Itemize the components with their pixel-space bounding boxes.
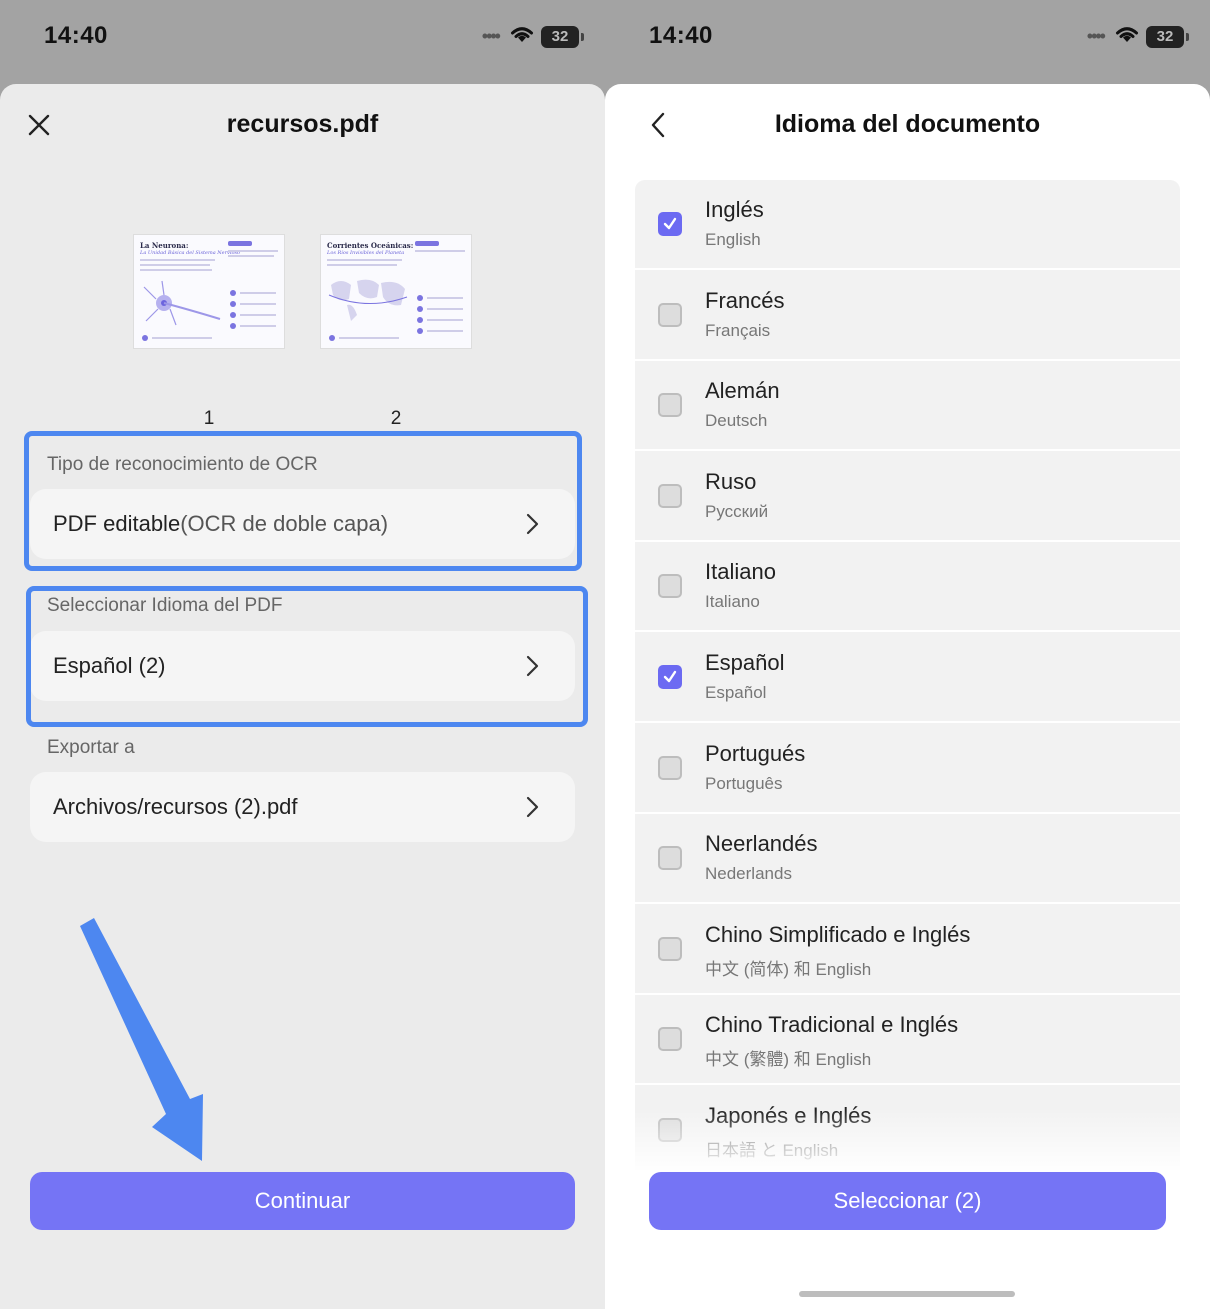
language-name: Alemán — [705, 378, 780, 404]
status-bar: 14:40 •••• 32 — [0, 0, 605, 84]
language-option[interactable]: Chino Tradicional e Inglés 中文 (繁體) 和 Engl… — [635, 995, 1180, 1086]
language-native-name: Deutsch — [705, 411, 768, 431]
export-label: Exportar a — [47, 737, 135, 758]
language-native-name: Nederlands — [705, 864, 792, 884]
language-native-name: 中文 (繁體) 和 English — [705, 1050, 872, 1070]
checkbox-icon[interactable] — [658, 755, 682, 780]
page-title: Idioma del documento — [774, 110, 1041, 138]
page-thumbnail-1[interactable]: La Neurona: La Unidad Básica del Sistema… — [133, 234, 285, 349]
page-number-2: 2 — [390, 408, 402, 429]
cellular-signal-icon: •••• — [1086, 26, 1106, 46]
language-native-name: Español — [705, 683, 767, 702]
language-option[interactable]: Francés Français — [635, 271, 1180, 361]
language-option[interactable]: Chino Simplificado e Inglés 中文 (简体) 和 Eng… — [635, 905, 1180, 995]
home-indicator — [799, 1291, 1015, 1297]
status-bar: 14:40 •••• 32 — [605, 0, 1210, 84]
language-name: Portugués — [705, 740, 806, 766]
list-fade — [635, 1110, 1180, 1170]
ocr-settings-screen: 14:40 •••• 32 recursos.pdf La Neurona: L… — [0, 0, 605, 1309]
annotation-arrow-icon — [80, 918, 203, 1161]
language-native-name: Русский — [705, 501, 769, 521]
language-native-name: Italiano — [705, 592, 760, 612]
bottom-sheet: recursos.pdf La Neurona: La Unidad Básic… — [0, 84, 605, 1309]
language-native-name: Português — [705, 773, 783, 793]
page-thumbnail-2[interactable]: Corrientes Oceánicas: Los Ríos Invisible… — [320, 234, 472, 349]
neuron-illustration — [143, 280, 221, 326]
checkbox-checked-icon[interactable] — [658, 665, 682, 689]
language-option[interactable]: Italiano Italiano — [635, 542, 1180, 633]
language-option[interactable]: Neerlandés Nederlands — [635, 814, 1180, 905]
language-native-name: 中文 (简体) 和 English — [705, 959, 872, 979]
language-native-name: Français — [705, 320, 771, 340]
language-name: Chino Simplificado e Inglés — [705, 921, 971, 947]
language-option[interactable]: Español Español — [635, 633, 1180, 723]
language-list: Inglés English Francés Français Alemán Deutsc… — [635, 180, 1180, 1170]
language-name: Neerlandés — [705, 831, 818, 857]
language-name: Inglés — [705, 197, 764, 222]
language-option[interactable]: Alemán Deutsch — [635, 361, 1180, 452]
chevron-right-icon — [526, 796, 539, 818]
ocr-type-highlight — [24, 431, 582, 571]
checkbox-icon[interactable] — [658, 936, 682, 961]
status-time: 14:40 — [649, 22, 713, 49]
world-map-illustration — [328, 279, 408, 321]
wifi-icon — [509, 24, 535, 49]
checkbox-icon[interactable] — [658, 483, 682, 508]
battery-icon: 32 — [1146, 25, 1189, 48]
language-option[interactable]: Portugués Português — [635, 724, 1180, 814]
checkbox-checked-icon[interactable] — [658, 212, 682, 236]
checkbox-icon[interactable] — [658, 1027, 682, 1052]
checkbox-icon[interactable] — [658, 846, 682, 871]
language-native-name: English — [705, 230, 761, 249]
language-name: Italiano — [705, 559, 776, 585]
language-option[interactable]: Ruso Русский — [635, 452, 1180, 542]
battery-icon: 32 — [541, 25, 584, 48]
document-language-screen: 14:40 •••• 32 Idioma del documento Inglé… — [605, 0, 1210, 1309]
language-option[interactable]: Inglés English — [635, 180, 1180, 270]
status-time: 14:40 — [44, 22, 108, 49]
language-name: Ruso — [705, 468, 757, 494]
language-name: Chino Tradicional e Inglés — [705, 1012, 959, 1038]
page-number-1: 1 — [203, 408, 215, 429]
export-destination-value: Archivos/recursos (2).pdf — [53, 794, 298, 819]
wifi-icon — [1114, 24, 1140, 49]
checkbox-icon[interactable] — [658, 574, 682, 599]
bottom-sheet: Idioma del documento Inglés English Francé… — [605, 84, 1210, 1309]
checkbox-icon[interactable] — [658, 393, 682, 418]
checkbox-icon[interactable] — [658, 302, 682, 327]
language-highlight — [26, 586, 588, 727]
language-name: Francés — [705, 287, 785, 313]
continue-button[interactable]: Continuar — [30, 1172, 575, 1230]
export-destination-selector[interactable]: Archivos/recursos (2).pdf — [30, 772, 575, 842]
language-name: Español — [705, 650, 785, 675]
file-title: recursos.pdf — [226, 110, 379, 138]
select-languages-button[interactable]: Seleccionar (2) — [649, 1172, 1166, 1230]
cellular-signal-icon: •••• — [481, 26, 501, 46]
